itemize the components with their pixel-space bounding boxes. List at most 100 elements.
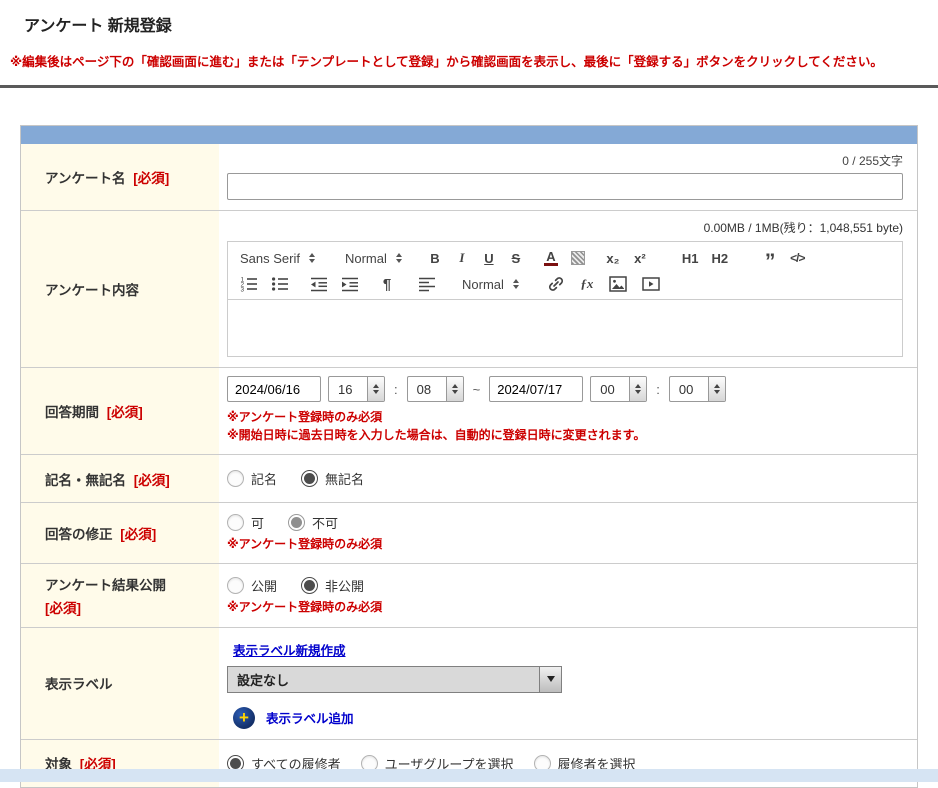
formula-icon[interactable]: ƒx bbox=[580, 276, 594, 292]
publication-note: ※アンケート登録時のみ必須 bbox=[227, 599, 903, 616]
char-counter: 0 / 255文字 bbox=[227, 152, 903, 169]
image-icon[interactable] bbox=[609, 276, 627, 292]
start-minute-select[interactable]: 08 bbox=[407, 376, 464, 402]
video-icon[interactable] bbox=[642, 277, 660, 291]
font-picker-value: Sans Serif bbox=[240, 251, 300, 266]
required-badge: [必須] bbox=[120, 527, 156, 542]
footer-strip bbox=[0, 769, 938, 782]
end-hour-value: 00 bbox=[591, 377, 629, 401]
start-hour-select[interactable]: 16 bbox=[328, 376, 385, 402]
header-divider bbox=[0, 85, 938, 88]
allow-label: 可 bbox=[251, 513, 264, 532]
blockquote-icon[interactable]: ” bbox=[763, 257, 777, 267]
row-answer-period: 回答期間 [必須] 16 : 08 ~ 00 bbox=[21, 367, 917, 454]
private-radio[interactable] bbox=[301, 577, 318, 594]
panel-header-bar bbox=[21, 126, 917, 144]
code-block-icon[interactable]: </> bbox=[790, 251, 804, 265]
row-display-label: 表示ラベル 表示ラベル新規作成 設定なし + 表示ラベル追加 bbox=[21, 627, 917, 739]
option-deny: 不可 bbox=[288, 513, 338, 532]
publication-label: アンケート結果公開 bbox=[45, 578, 166, 593]
option-anonymous: 無記名 bbox=[301, 469, 364, 488]
public-label: 公開 bbox=[251, 576, 277, 595]
modification-label: 回答の修正 bbox=[45, 527, 113, 542]
row-answer-modification: 回答の修正 [必須] 可 不可 ※アンケート登録時のみ必須 bbox=[21, 502, 917, 563]
add-display-label-icon[interactable]: + bbox=[233, 707, 255, 729]
display-label-label: 表示ラベル bbox=[45, 673, 113, 693]
svg-text:3: 3 bbox=[241, 287, 245, 292]
size-picker-value: Normal bbox=[345, 251, 387, 266]
ordered-list-icon[interactable]: 123 bbox=[240, 276, 258, 292]
indent-icon[interactable] bbox=[341, 276, 359, 293]
spinner-buttons-icon[interactable] bbox=[367, 377, 384, 401]
link-icon[interactable] bbox=[547, 275, 565, 293]
spinner-buttons-icon[interactable] bbox=[446, 377, 463, 401]
warning-text: ※編集後はページ下の「確認画面に進む」または「テンプレートとして登録」から確認画… bbox=[10, 54, 928, 70]
bullet-list-icon[interactable] bbox=[271, 276, 289, 292]
italic-button[interactable]: I bbox=[455, 250, 469, 266]
survey-content-label-cell: アンケート内容 bbox=[21, 211, 219, 367]
create-display-label-link[interactable]: 表示ラベル新規作成 bbox=[233, 640, 346, 659]
highlight-color-icon[interactable] bbox=[571, 251, 585, 265]
end-minute-select[interactable]: 00 bbox=[669, 376, 726, 402]
updown-arrows-icon bbox=[513, 279, 519, 289]
superscript-button[interactable]: x² bbox=[633, 251, 647, 266]
text-direction-icon[interactable]: ¶ bbox=[380, 276, 394, 293]
publication-label-cell: アンケート結果公開 [必須] bbox=[21, 564, 219, 626]
end-minute-value: 00 bbox=[670, 377, 708, 401]
required-badge: [必須] bbox=[134, 473, 170, 488]
deny-label: 不可 bbox=[312, 513, 338, 532]
display-label-select[interactable]: 設定なし bbox=[227, 666, 562, 693]
row-survey-name: アンケート名 [必須] 0 / 255文字 bbox=[21, 144, 917, 210]
deny-radio[interactable] bbox=[288, 514, 305, 531]
end-hour-select[interactable]: 00 bbox=[590, 376, 647, 402]
survey-name-label-cell: アンケート名 [必須] bbox=[21, 144, 219, 210]
add-display-label-link[interactable]: 表示ラベル追加 bbox=[266, 708, 354, 727]
survey-content-label: アンケート内容 bbox=[45, 279, 139, 299]
survey-name-input[interactable] bbox=[227, 173, 903, 200]
survey-form-panel: アンケート名 [必須] 0 / 255文字 アンケート内容 0.00MB / 1… bbox=[20, 125, 918, 788]
heading1-button[interactable]: H1 bbox=[682, 251, 699, 266]
option-public: 公開 bbox=[227, 576, 277, 595]
spinner-buttons-icon[interactable] bbox=[629, 377, 646, 401]
allow-radio[interactable] bbox=[227, 514, 244, 531]
private-label: 非公開 bbox=[325, 576, 364, 595]
time-colon: : bbox=[392, 382, 400, 397]
spinner-buttons-icon[interactable] bbox=[708, 377, 725, 401]
strikethrough-button[interactable]: S bbox=[509, 251, 523, 266]
outdent-icon[interactable] bbox=[310, 276, 328, 293]
required-badge: [必須] bbox=[107, 405, 143, 420]
period-note-2: ※開始日時に過去日時を入力した場合は、自動的に登録日時に変更されます。 bbox=[227, 427, 903, 444]
page-title: アンケート 新規登録 bbox=[24, 12, 928, 36]
answer-period-label: 回答期間 bbox=[45, 405, 99, 420]
public-radio[interactable] bbox=[227, 577, 244, 594]
anonymous-label: 無記名 bbox=[325, 469, 364, 488]
period-note-1: ※アンケート登録時のみ必須 bbox=[227, 409, 903, 426]
editor-content-area[interactable] bbox=[228, 300, 902, 356]
required-badge: [必須] bbox=[45, 597, 166, 617]
underline-button[interactable]: U bbox=[482, 251, 496, 266]
subscript-button[interactable]: x₂ bbox=[606, 251, 620, 266]
signed-radio[interactable] bbox=[227, 470, 244, 487]
range-tilde: ~ bbox=[471, 382, 483, 397]
start-hour-value: 16 bbox=[329, 377, 367, 401]
anonymous-radio[interactable] bbox=[301, 470, 318, 487]
anonymity-label-cell: 記名・無記名 [必須] bbox=[21, 455, 219, 502]
signed-label: 記名 bbox=[251, 469, 277, 488]
dropdown-arrow-icon bbox=[539, 667, 561, 692]
size-info: 0.00MB / 1MB(残り：1,048,551 byte) bbox=[227, 219, 903, 236]
end-date-input[interactable] bbox=[489, 376, 583, 402]
size-picker[interactable]: Normal bbox=[345, 251, 402, 266]
row-anonymity: 記名・無記名 [必須] 記名 無記名 bbox=[21, 454, 917, 502]
text-color-button[interactable]: A bbox=[544, 250, 558, 266]
font-picker[interactable]: Sans Serif bbox=[240, 251, 315, 266]
start-date-input[interactable] bbox=[227, 376, 321, 402]
row-result-publication: アンケート結果公開 [必須] 公開 非公開 ※アンケート登録時のみ必須 bbox=[21, 563, 917, 626]
anonymity-label: 記名・無記名 bbox=[45, 473, 126, 488]
style-picker[interactable]: Normal bbox=[462, 277, 519, 292]
row-survey-content: アンケート内容 0.00MB / 1MB(残り：1,048,551 byte) … bbox=[21, 210, 917, 367]
bold-button[interactable]: B bbox=[428, 251, 442, 266]
option-private: 非公開 bbox=[301, 576, 364, 595]
display-label-label-cell: 表示ラベル bbox=[21, 628, 219, 739]
heading2-button[interactable]: H2 bbox=[712, 251, 729, 266]
align-icon[interactable] bbox=[418, 276, 436, 293]
